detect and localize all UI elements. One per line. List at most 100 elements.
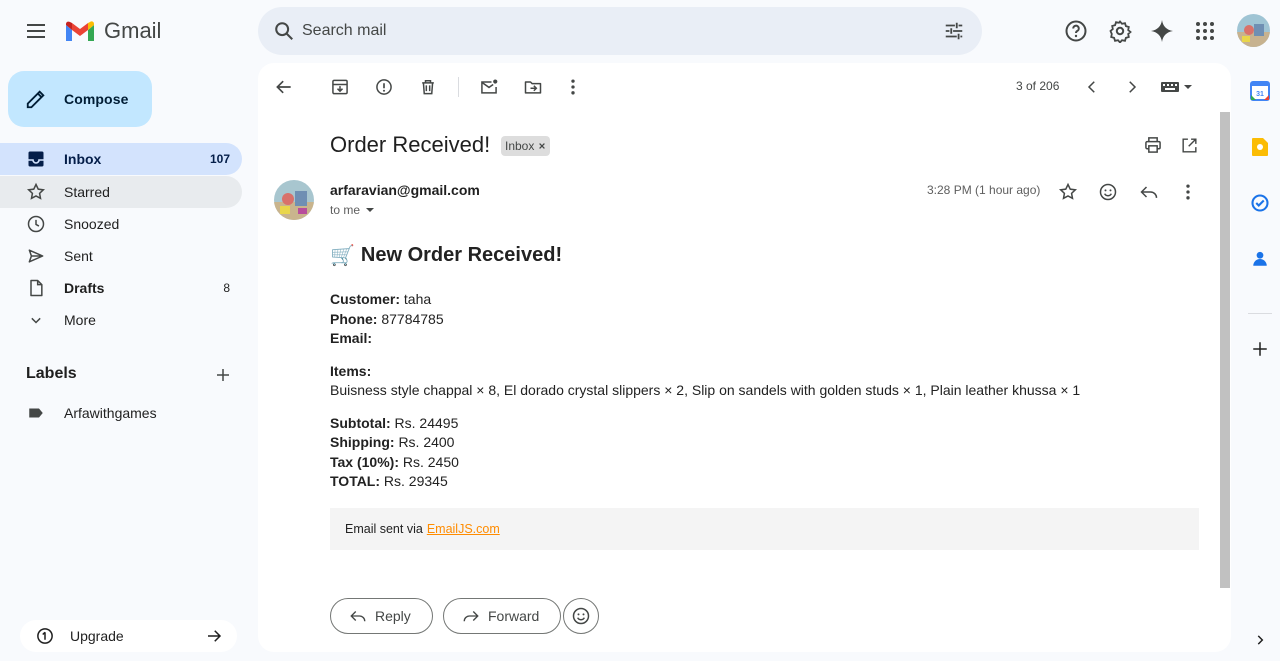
customer-label: Customer: bbox=[330, 291, 401, 307]
move-to-button[interactable] bbox=[515, 69, 551, 105]
order-heading-text: New Order Received! bbox=[360, 244, 563, 266]
apps-grid-icon bbox=[1196, 22, 1214, 40]
star-icon bbox=[1058, 182, 1078, 200]
chevron-right-icon bbox=[1257, 635, 1264, 645]
reply-icon bbox=[1140, 186, 1158, 198]
plus-icon bbox=[217, 369, 229, 381]
support-button[interactable] bbox=[1056, 11, 1096, 51]
total-line: TOTAL: Rs. 29345 bbox=[330, 472, 1200, 492]
mark-unread-button[interactable] bbox=[471, 69, 507, 105]
emailjs-footer: Email sent via EmailJS.com bbox=[330, 508, 1199, 550]
customer-line: Customer: taha bbox=[330, 290, 1200, 310]
main-menu-button[interactable] bbox=[16, 11, 56, 51]
subtotal-label: Subtotal: bbox=[330, 414, 391, 431]
tax-label: Tax (10%): bbox=[330, 453, 399, 470]
keep-icon bbox=[1252, 138, 1268, 156]
archive-button[interactable] bbox=[322, 69, 358, 105]
plus-icon bbox=[1253, 342, 1267, 356]
open-new-window-button[interactable] bbox=[1171, 127, 1207, 163]
sidebar-item-snoozed[interactable]: Snoozed bbox=[0, 208, 242, 240]
apps-button[interactable] bbox=[1185, 11, 1225, 51]
star-button[interactable] bbox=[1050, 174, 1086, 210]
tasks-app-button[interactable] bbox=[1240, 183, 1280, 223]
sender-avatar-image-icon bbox=[274, 180, 314, 220]
sidebar-item-inbox[interactable]: Inbox 107 bbox=[0, 143, 242, 175]
search-input[interactable] bbox=[302, 7, 902, 55]
email-label: Email: bbox=[330, 330, 373, 346]
more-options-button[interactable] bbox=[555, 69, 591, 105]
arrow-left-icon bbox=[276, 80, 291, 94]
message-more-button[interactable] bbox=[1170, 174, 1206, 210]
show-side-panel-button[interactable] bbox=[1240, 620, 1280, 660]
settings-button[interactable] bbox=[1100, 11, 1140, 51]
older-button[interactable] bbox=[1114, 69, 1150, 105]
sidebar-item-label: More bbox=[64, 312, 96, 328]
emoji-reaction-button[interactable] bbox=[563, 598, 599, 634]
keep-app-button[interactable] bbox=[1240, 127, 1280, 167]
sender-avatar[interactable] bbox=[274, 180, 314, 220]
sidebar-item-more[interactable]: More bbox=[0, 304, 242, 336]
tune-icon bbox=[945, 22, 963, 40]
subtotal-value: Rs. 24495 bbox=[394, 414, 459, 431]
pencil-icon bbox=[26, 90, 45, 109]
hamburger-icon bbox=[27, 24, 45, 38]
svg-text:31: 31 bbox=[1256, 91, 1264, 98]
search-button[interactable] bbox=[264, 11, 304, 51]
trash-icon bbox=[422, 80, 434, 95]
caret-down-icon bbox=[366, 208, 375, 212]
sidebar-item-label: Inbox bbox=[64, 151, 102, 167]
search-options-button[interactable] bbox=[934, 11, 974, 51]
reply-label: Reply bbox=[375, 608, 411, 624]
reply-button[interactable]: Reply bbox=[330, 598, 433, 634]
recipient-label: to me bbox=[330, 203, 361, 217]
contacts-app-button[interactable] bbox=[1240, 239, 1280, 279]
email-line: Email: bbox=[330, 329, 1200, 349]
sidebar-item-starred[interactable]: Starred bbox=[0, 176, 242, 208]
sidebar-item-drafts[interactable]: Drafts 8 bbox=[0, 272, 242, 304]
gmail-wordmark: Gmail bbox=[104, 18, 162, 43]
message-body: 🛒 New Order Received! Customer: taha Pho… bbox=[330, 243, 1200, 492]
gmail-logo[interactable]: Gmail bbox=[64, 17, 161, 45]
mark-unread-icon bbox=[481, 79, 498, 94]
chevron-left-icon bbox=[1087, 81, 1095, 93]
keyboard-icon bbox=[1161, 82, 1192, 92]
forward-label: Forward bbox=[488, 608, 540, 624]
sidebar-item-sent[interactable]: Sent bbox=[0, 240, 242, 272]
create-label-button[interactable] bbox=[206, 358, 240, 392]
recipient-details[interactable]: to me bbox=[330, 203, 376, 217]
delete-button[interactable] bbox=[410, 69, 446, 105]
account-avatar[interactable] bbox=[1237, 14, 1270, 47]
rail-divider bbox=[1248, 313, 1272, 314]
search-bar[interactable] bbox=[258, 7, 982, 55]
upgrade-label: Upgrade bbox=[70, 628, 124, 644]
close-icon[interactable] bbox=[538, 142, 546, 150]
print-button[interactable] bbox=[1135, 127, 1171, 163]
sidebar-item-label: Drafts bbox=[64, 280, 105, 296]
input-tools-button[interactable] bbox=[1156, 69, 1198, 105]
back-button[interactable] bbox=[266, 69, 302, 105]
shipping-value: Rs. 2400 bbox=[398, 434, 455, 450]
newer-button[interactable] bbox=[1074, 69, 1110, 105]
sidebar-item-label-arfawithgames[interactable]: Arfawithgames bbox=[0, 397, 242, 429]
cart-icon: 🛒 bbox=[330, 245, 355, 267]
tax-line: Tax (10%): Rs. 2450 bbox=[330, 453, 1200, 473]
labels-heading: Labels bbox=[26, 365, 77, 382]
customer-value: taha bbox=[403, 291, 432, 307]
items-label-line: Items: bbox=[330, 362, 1200, 382]
add-reaction-button[interactable] bbox=[1090, 174, 1126, 210]
get-addons-button[interactable] bbox=[1240, 329, 1280, 369]
report-spam-button[interactable] bbox=[366, 69, 402, 105]
gemini-button[interactable] bbox=[1142, 11, 1182, 51]
forward-button[interactable]: Forward bbox=[443, 598, 562, 634]
label-icon bbox=[29, 408, 43, 418]
chip-label: Inbox bbox=[505, 139, 535, 153]
message-subject: Order Received! bbox=[330, 132, 491, 157]
emoji-icon bbox=[1099, 183, 1117, 201]
scrollbar-thumb[interactable] bbox=[1220, 112, 1230, 588]
upgrade-button[interactable]: Upgrade bbox=[20, 620, 237, 652]
sender-email[interactable]: arfaravian@gmail.com bbox=[330, 182, 480, 198]
reply-icon-button[interactable] bbox=[1131, 174, 1167, 210]
compose-button[interactable]: Compose bbox=[8, 71, 152, 127]
emailjs-link[interactable]: EmailJS.com bbox=[427, 522, 500, 536]
calendar-app-button[interactable]: 31 bbox=[1240, 71, 1280, 111]
